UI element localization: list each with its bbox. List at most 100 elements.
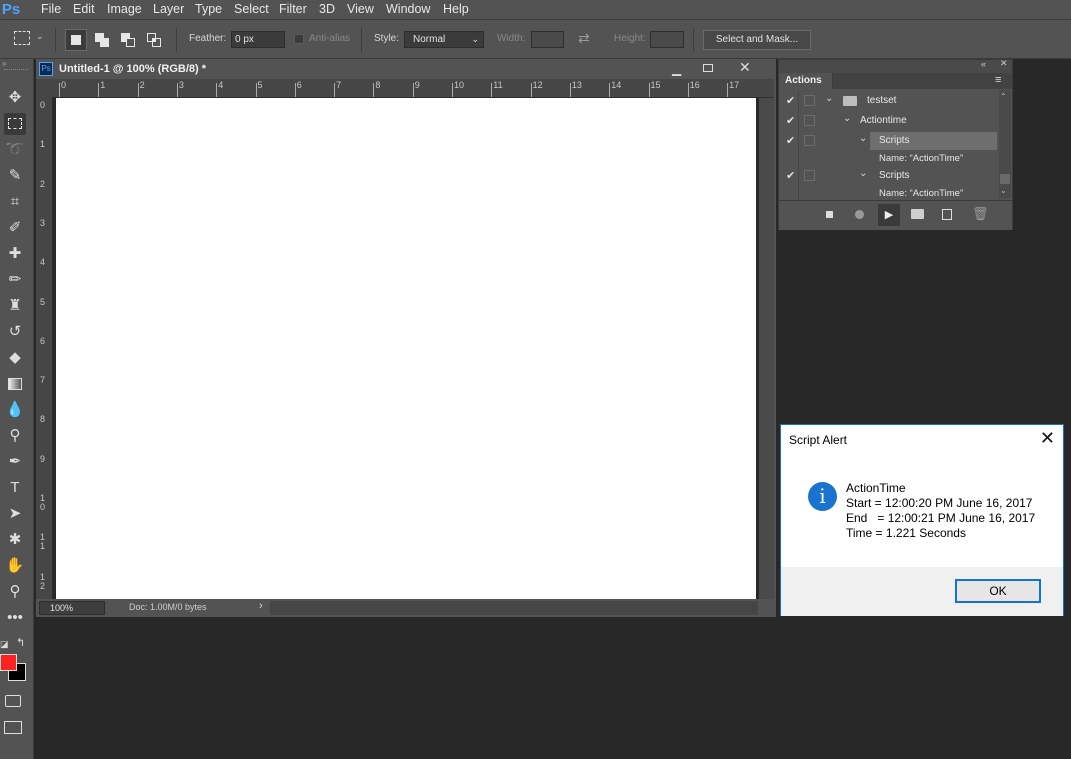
default-colors-icon[interactable]: ◪ [0, 639, 9, 650]
menu-view[interactable]: View [347, 0, 374, 19]
menu-image[interactable]: Image [107, 0, 142, 19]
document-info[interactable]: Doc: 1.00M/0 bytes [129, 602, 207, 612]
new-set-folder-icon[interactable] [911, 209, 924, 219]
width-input[interactable] [531, 31, 564, 48]
dodge-tool-icon[interactable]: ⚲ [4, 425, 26, 447]
rectangular-marquee-tool-icon[interactable] [4, 113, 26, 135]
foreground-color-swatch[interactable] [0, 654, 17, 671]
dialog-toggle-box[interactable] [804, 135, 815, 146]
quick-mask-icon[interactable] [5, 695, 21, 707]
crop-tool-icon[interactable]: ⌗ [4, 191, 26, 213]
maximize-icon[interactable] [703, 64, 713, 72]
list-item[interactable]: Name: “ActionTime” [779, 150, 999, 168]
swap-colors-icon[interactable]: ↰ [16, 636, 25, 649]
collapse-icon[interactable]: » [2, 59, 6, 68]
swap-width-height-icon[interactable]: ⇄ [578, 30, 590, 47]
style-select[interactable]: Normal ⌄ [404, 31, 484, 48]
chevron-down-icon[interactable]: ⌄ [859, 133, 867, 144]
dialog-toggle-box[interactable] [804, 170, 815, 181]
chevron-right-icon[interactable]: › [259, 600, 263, 612]
horizontal-ruler[interactable]: 0 1 2 3 4 5 6 7 8 9 10 11 12 13 14 15 16 17 [52, 79, 774, 98]
close-icon[interactable]: ✕ [1040, 428, 1055, 449]
dialog-toggle-box[interactable] [804, 115, 815, 126]
record-icon[interactable] [855, 210, 864, 219]
minimize-icon[interactable]: ▁ [672, 62, 681, 76]
quick-selection-tool-icon[interactable]: ✎ [4, 165, 26, 187]
menu-3d[interactable]: 3D [319, 0, 335, 19]
subtract-selection-icon[interactable] [121, 33, 135, 47]
panel-grip[interactable] [4, 69, 28, 73]
horizontal-scrollbar[interactable] [270, 601, 758, 615]
ok-button[interactable]: OK [955, 579, 1041, 603]
move-tool-icon[interactable]: ✥ [4, 87, 26, 109]
chevron-down-icon[interactable]: ⌄ [843, 113, 851, 124]
screen-mode-icon[interactable] [4, 721, 22, 734]
menu-window[interactable]: Window [386, 0, 430, 19]
collapse-panel-icon[interactable]: « [981, 59, 986, 69]
eraser-tool-icon[interactable]: ◆ [4, 347, 26, 369]
menu-select[interactable]: Select [234, 0, 269, 19]
menu-layer[interactable]: Layer [153, 0, 184, 19]
brush-tool-icon[interactable]: ✏ [4, 269, 26, 291]
zoom-tool-icon[interactable]: ⚲ [4, 581, 26, 603]
document-title[interactable]: Untitled-1 @ 100% (RGB/8) * [59, 63, 206, 75]
menu-filter[interactable]: Filter [279, 0, 307, 19]
feather-input[interactable]: 0 px [231, 31, 285, 48]
vertical-scrollbar[interactable] [759, 98, 774, 599]
trash-icon[interactable]: 🗑 [972, 206, 989, 222]
menu-help[interactable]: Help [443, 0, 469, 19]
actions-panel: « ✕ Actions ≡ ✔ ⌄ testset ✔ ⌄ Actiontime… [778, 58, 1013, 230]
column-divider [798, 90, 799, 200]
canvas[interactable] [56, 98, 756, 599]
stop-icon[interactable] [826, 211, 833, 218]
custom-shape-tool-icon[interactable]: ✱ [4, 529, 26, 551]
list-item[interactable]: ✔ ⌄ Scripts [779, 167, 999, 185]
type-tool-icon[interactable]: T [4, 477, 26, 499]
scroll-down-icon[interactable]: ⌄ [1000, 186, 1007, 195]
list-item[interactable]: ✔ ⌄ Scripts [779, 132, 999, 150]
pen-tool-icon[interactable]: ✒ [4, 451, 26, 473]
add-selection-icon[interactable] [95, 33, 109, 47]
healing-brush-tool-icon[interactable]: ✚ [4, 243, 26, 265]
actions-scrollbar[interactable]: ⌃ ⌄ [999, 90, 1011, 198]
clone-stamp-tool-icon[interactable]: ♜ [4, 295, 26, 317]
close-panel-icon[interactable]: ✕ [1000, 58, 1008, 69]
path-selection-tool-icon[interactable]: ➤ [4, 503, 26, 525]
panel-menu-icon[interactable]: ≡ [995, 74, 1001, 86]
list-item[interactable]: ✔ ⌄ testset [779, 92, 999, 110]
menu-type[interactable]: Type [195, 0, 222, 19]
new-selection-button[interactable] [65, 29, 87, 51]
ruler-origin[interactable] [36, 79, 52, 97]
select-and-mask-button[interactable]: Select and Mask... [703, 30, 811, 50]
hand-tool-icon[interactable]: ✋ [4, 555, 26, 577]
blur-tool-icon[interactable]: 💧 [4, 399, 26, 421]
zoom-field[interactable]: 100% [39, 601, 105, 615]
chevron-down-icon[interactable]: ⌄ [859, 168, 867, 179]
more-tools-icon[interactable]: ••• [4, 607, 26, 629]
new-action-icon[interactable] [942, 209, 952, 220]
history-brush-tool-icon[interactable]: ↺ [4, 321, 26, 343]
chevron-down-icon[interactable]: ⌄ [36, 31, 44, 42]
checkmark-icon[interactable]: ✔ [786, 134, 795, 147]
actions-tab[interactable]: Actions [779, 73, 833, 89]
list-item[interactable]: ✔ ⌄ Actiontime [779, 112, 999, 130]
scroll-thumb[interactable] [1000, 174, 1010, 184]
height-input[interactable] [650, 31, 684, 48]
menu-edit[interactable]: Edit [73, 0, 95, 19]
vertical-ruler[interactable]: 0 1 2 3 4 5 6 7 8 9 10 11 12 [36, 97, 53, 599]
intersect-selection-icon[interactable] [147, 33, 161, 47]
play-icon[interactable]: ▶ [878, 204, 900, 226]
gradient-tool-icon[interactable] [4, 373, 26, 395]
checkmark-icon[interactable]: ✔ [786, 94, 795, 107]
close-icon[interactable]: ✕ [739, 59, 751, 76]
checkmark-icon[interactable]: ✔ [786, 169, 795, 182]
eyedropper-tool-icon[interactable]: ✐ [4, 217, 26, 239]
menu-file[interactable]: File [41, 0, 61, 19]
marquee-preset-icon[interactable] [14, 31, 30, 45]
chevron-down-icon[interactable]: ⌄ [825, 93, 833, 104]
lasso-tool-icon[interactable]: ➰ [4, 139, 26, 161]
checkmark-icon[interactable]: ✔ [786, 114, 795, 127]
anti-alias-checkbox[interactable] [294, 34, 304, 44]
dialog-toggle-box[interactable] [804, 95, 815, 106]
scroll-up-icon[interactable]: ⌃ [1000, 92, 1007, 101]
